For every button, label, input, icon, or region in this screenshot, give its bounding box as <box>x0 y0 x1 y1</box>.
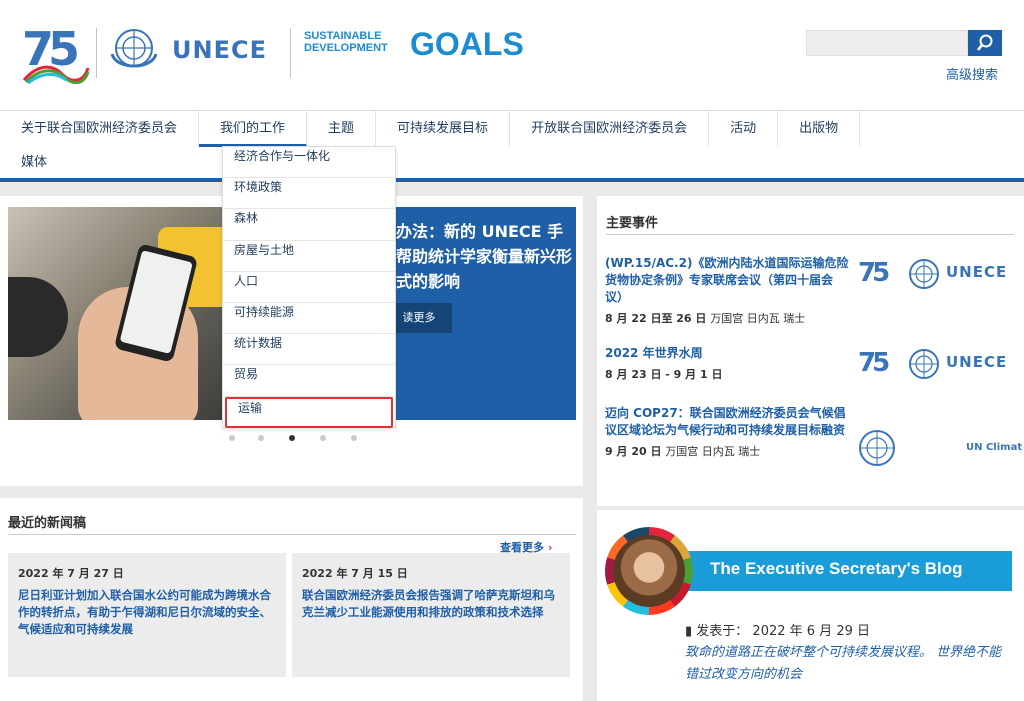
sdg-swirl-icon <box>22 65 90 84</box>
nav-item-media[interactable]: 媒体 <box>0 147 68 179</box>
event-title[interactable]: 迈向 COP27：联合国欧洲经济委员会气候倡议区域论坛为气候行动和可持续发展目标… <box>605 405 855 439</box>
event-logo-text: UN Climat <box>966 442 1023 453</box>
event-logo-text: UNECE <box>946 353 1008 371</box>
carousel-dot-1[interactable] <box>229 435 235 441</box>
nav-item-our-work[interactable]: 我们的工作 <box>199 111 308 147</box>
dropdown-item-trade[interactable]: 贸易 <box>223 365 395 397</box>
news-heading: 最近的新闻稿 <box>8 516 87 531</box>
news-date: 2022 年 7 月 15 日 <box>302 567 408 580</box>
un-globe-icon <box>909 349 939 379</box>
event-logo: UN Climat <box>852 428 1022 472</box>
news-title[interactable]: 尼日利亚计划加入联合国水公约可能成为跨境水合作的转折点，有助于乍得湖和尼日尔流域… <box>18 587 280 638</box>
carousel-dot-5[interactable] <box>351 435 357 441</box>
event-date: 9 月 20 日 万国宫 日内瓦 瑞士 <box>605 445 761 458</box>
search-input[interactable] <box>806 30 968 56</box>
nav-item-events[interactable]: 活动 <box>709 111 779 147</box>
event-item: 2022 年世界水周 8 月 23 日 - 9 月 1 日 <box>605 345 850 382</box>
divider <box>290 28 291 78</box>
nav-item-themes[interactable]: 主题 <box>307 111 377 147</box>
event-date: 8 月 23 日 - 9 月 1 日 <box>605 368 723 381</box>
hero-image[interactable] <box>8 207 232 420</box>
sdg-logo[interactable]: SUSTAINABLE DEVELOPMENT GOALS <box>304 26 524 62</box>
event-date: 8 月 22 日至 26 日 万国宫 日内瓦 瑞士 <box>605 312 806 325</box>
search-button[interactable] <box>968 30 1002 56</box>
avatar[interactable] <box>613 535 685 607</box>
event-logo: 75 UNECE <box>858 348 1008 379</box>
blog-banner[interactable]: The Executive Secretary's Blog <box>688 551 1012 591</box>
news-title[interactable]: 联合国欧洲经济委员会报告强调了哈萨克斯坦和乌克兰减少工业能源使用和排放的政策和技… <box>302 587 564 621</box>
site-header: 75 UNECE SUSTAINABLE DEVELOPMENT GOALS 高… <box>0 0 1024 110</box>
news-card[interactable]: 2022 年 7 月 15 日 联合国欧洲经济委员会报告强调了哈萨克斯坦和乌克兰… <box>292 553 570 677</box>
nav-item-sdgs[interactable]: 可持续发展目标 <box>376 111 511 147</box>
unece-75-logo[interactable]: 75 <box>20 22 92 84</box>
hero-car-shape <box>8 277 68 357</box>
divider <box>96 28 97 78</box>
sdg-goals: GOALS <box>410 26 524 62</box>
dropdown-item-economic[interactable]: 经济合作与一体化 <box>223 147 395 179</box>
event-title[interactable]: (WP.15/AC.2)《欧洲内陆水道国际运输危险货物协定条例》专家联席会议（第… <box>605 255 850 306</box>
sdg-line1: SUSTAINABLE <box>304 30 382 42</box>
main-nav: 关于联合国欧洲经济委员会 我们的工作 主题 可持续发展目标 开放联合国欧洲经济委… <box>0 110 1024 182</box>
news-card[interactable]: 2022 年 7 月 27 日 尼日利亚计划加入联合国水公约可能成为跨境水合作的… <box>8 553 286 677</box>
event-logo: 75 UNECE <box>858 258 1008 289</box>
nav-underline <box>0 178 1024 182</box>
divider <box>606 234 1014 235</box>
un-globe-icon <box>859 430 895 466</box>
event-item: 迈向 COP27：联合国欧洲经济委员会气候倡议区域论坛为气候行动和可持续发展目标… <box>605 405 855 459</box>
blog-post-link[interactable]: 致命的道路正在破坏整个可持续发展议程。 世界绝不能错过改变方向的机会 <box>685 642 1005 686</box>
event-item: (WP.15/AC.2)《欧洲内陆水道国际运输危险货物协定条例》专家联席会议（第… <box>605 255 850 326</box>
nav-item-about[interactable]: 关于联合国欧洲经济委员会 <box>0 111 200 147</box>
hero-title[interactable]: 办法：新的 UNECE 手帮助统计学家衡量新兴形式的影响 <box>396 219 572 294</box>
nav-item-publications[interactable]: 出版物 <box>778 111 861 147</box>
dropdown-item-population[interactable]: 人口 <box>223 272 395 303</box>
our-work-dropdown: 经济合作与一体化 环境政策 森林 房屋与土地 人口 可持续能源 统计数据 贸易 … <box>222 146 396 428</box>
document-icon: ▮ <box>685 624 693 639</box>
event-logo-text: UNECE <box>946 263 1008 281</box>
sdg-line2: DEVELOPMENT <box>304 42 388 54</box>
dropdown-item-environment[interactable]: 环境政策 <box>223 178 395 210</box>
news-date: 2022 年 7 月 27 日 <box>18 567 124 580</box>
search-icon <box>977 34 993 51</box>
carousel-dot-2[interactable] <box>258 435 264 441</box>
dropdown-item-housing[interactable]: 房屋与土地 <box>223 241 395 272</box>
un-globe-icon <box>909 259 939 289</box>
advanced-search-link[interactable]: 高级搜索 <box>946 64 998 83</box>
un-emblem-icon <box>110 29 158 68</box>
dropdown-item-transport[interactable]: 运输 <box>225 396 393 428</box>
blog-banner-title: The Executive Secretary's Blog <box>710 559 963 578</box>
dropdown-item-statistics[interactable]: 统计数据 <box>223 334 395 366</box>
unece-wordmark[interactable]: UNECE <box>172 36 267 64</box>
nav-item-open-unece[interactable]: 开放联合国欧洲经济委员会 <box>510 111 710 147</box>
carousel-dot-4[interactable] <box>320 435 326 441</box>
event-title[interactable]: 2022 年世界水周 <box>605 345 850 362</box>
divider <box>8 534 576 535</box>
blog-date: ▮ 发表于： 2022 年 6 月 29 日 <box>685 624 870 639</box>
events-heading: 主要事件 <box>606 216 659 231</box>
dropdown-item-forests[interactable]: 森林 <box>223 209 395 241</box>
carousel-dot-3[interactable] <box>289 435 295 441</box>
dropdown-item-energy[interactable]: 可持续能源 <box>223 303 395 335</box>
